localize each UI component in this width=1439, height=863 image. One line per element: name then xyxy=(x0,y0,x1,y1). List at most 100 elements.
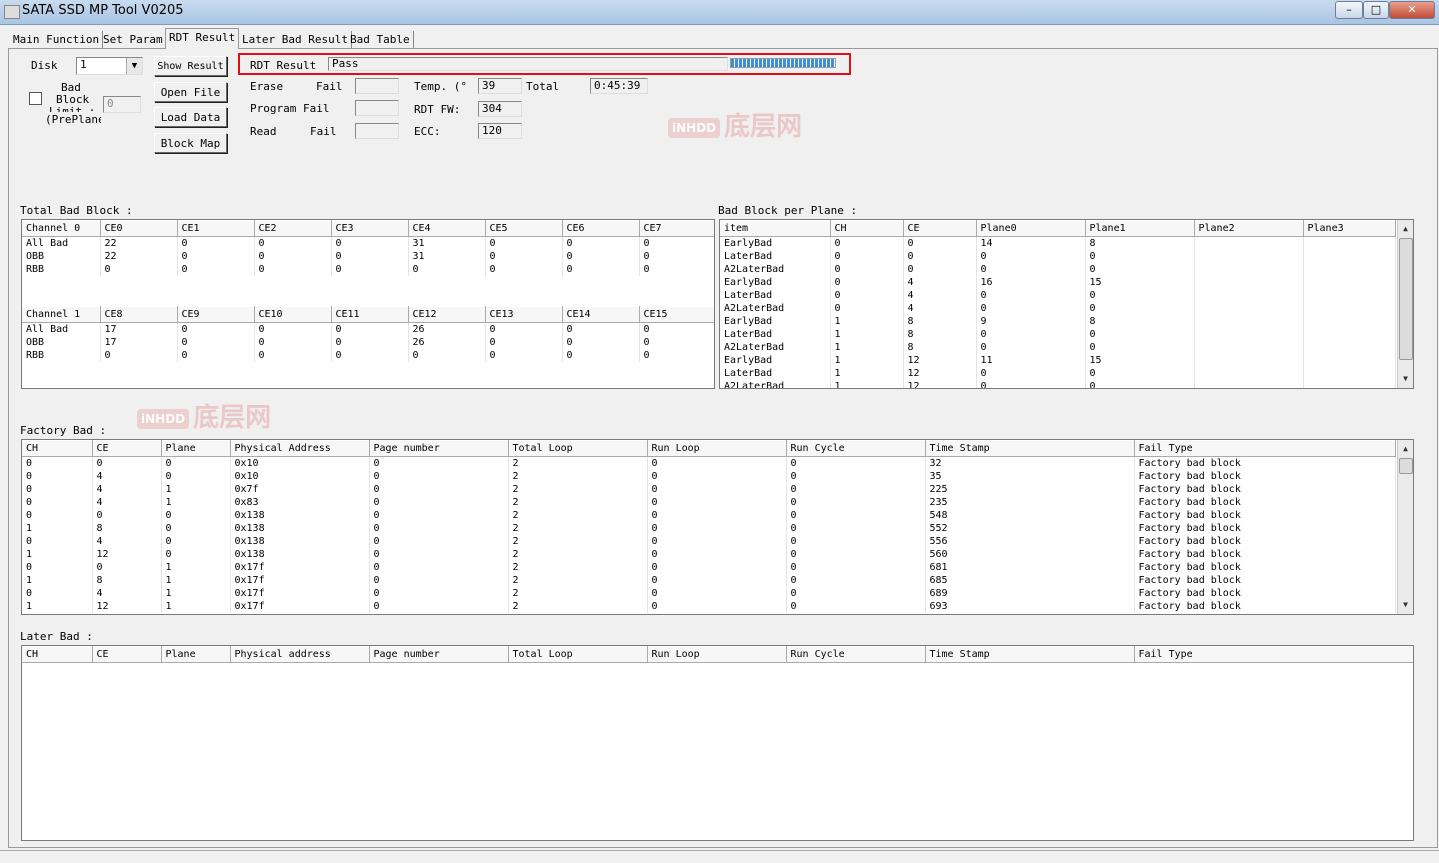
column-header[interactable]: CE15 xyxy=(639,306,714,323)
column-header[interactable]: Plane xyxy=(161,646,231,663)
column-header[interactable]: Plane2 xyxy=(1194,220,1304,237)
column-header[interactable]: CH xyxy=(22,440,93,457)
table-row[interactable]: OBB 22 0 0 0 31 0 0 0 xyxy=(22,250,714,263)
table-row[interactable]: A2LaterBad 1 8 0 0 xyxy=(720,341,1396,354)
table-row[interactable]: 0 4 1 0x17f 0 2 0 0 689 Factory bad block xyxy=(22,587,1396,600)
table-row[interactable]: 1 12 0 0x138 0 2 0 0 560 Factory bad block xyxy=(22,548,1396,561)
table-row[interactable]: LaterBad 1 8 0 0 xyxy=(720,328,1396,341)
column-header[interactable]: Total Loop xyxy=(508,440,648,457)
maximize-button[interactable]: □ xyxy=(1363,1,1389,19)
table-row[interactable]: 0 0 0 0x10 0 2 0 0 32 Factory bad block xyxy=(22,456,1396,470)
factory-bad-scrollbar[interactable]: ▲ ▼ xyxy=(1397,440,1413,614)
column-header[interactable]: Page number xyxy=(369,646,509,663)
total-bad-block-grid[interactable]: Channel 0 CE0 CE1 CE2 CE3 CE4 CE5 CE6 CE7 All Bad… xyxy=(21,219,715,389)
minimize-button[interactable]: – xyxy=(1335,1,1363,19)
block-map-button[interactable]: Block Map xyxy=(154,133,227,153)
column-header[interactable]: CH xyxy=(22,646,93,663)
column-header[interactable]: Time Stamp xyxy=(925,646,1135,663)
column-header[interactable]: CE10 xyxy=(254,306,332,323)
column-header[interactable]: CE1 xyxy=(177,220,255,237)
column-header[interactable]: Run Cycle xyxy=(786,646,926,663)
column-header[interactable]: CE4 xyxy=(408,220,486,237)
column-header[interactable]: CE7 xyxy=(639,220,714,237)
column-header[interactable]: Page number xyxy=(369,440,509,457)
column-header[interactable]: CE xyxy=(92,646,162,663)
column-header[interactable]: CE14 xyxy=(562,306,640,323)
table-row[interactable]: OBB 17 0 0 0 26 0 0 0 xyxy=(22,336,714,349)
column-header[interactable]: Run Loop xyxy=(647,646,787,663)
table-row[interactable]: 0 4 0 0x138 0 2 0 0 556 Factory bad block xyxy=(22,535,1396,548)
table-row[interactable]: 1 8 0 0x138 0 2 0 0 552 Factory bad block xyxy=(22,522,1396,535)
column-header[interactable]: CE6 xyxy=(562,220,640,237)
column-header[interactable]: CE9 xyxy=(177,306,255,323)
scroll-thumb[interactable] xyxy=(1399,458,1413,474)
table-row[interactable]: 0 4 1 0x7f 0 2 0 0 225 Factory bad block xyxy=(22,483,1396,496)
column-header[interactable]: CE5 xyxy=(485,220,563,237)
column-header[interactable]: CE13 xyxy=(485,306,563,323)
table-row[interactable]: All Bad 17 0 0 0 26 0 0 0 xyxy=(22,322,714,336)
per-plane-grid[interactable]: item CH CE Plane0 Plane1 Plane2 Plane3 EarlyBad… xyxy=(719,219,1414,389)
column-header[interactable]: CE3 xyxy=(331,220,409,237)
tab-bad-table[interactable]: Bad Table xyxy=(347,31,414,48)
table-row[interactable]: A2LaterBad 0 4 0 0 xyxy=(720,302,1396,315)
column-header[interactable]: Plane0 xyxy=(976,220,1086,237)
chevron-down-icon[interactable]: ▼ xyxy=(126,58,142,74)
table-row[interactable]: 0 4 0 0x10 0 2 0 0 35 Factory bad block xyxy=(22,470,1396,483)
scroll-thumb[interactable] xyxy=(1399,238,1413,360)
column-header[interactable]: Total Loop xyxy=(508,646,648,663)
scroll-up-icon[interactable]: ▲ xyxy=(1398,442,1413,456)
table-row[interactable]: EarlyBad 1 8 9 8 xyxy=(720,315,1396,328)
table-row[interactable]: LaterBad 0 0 0 0 xyxy=(720,250,1396,263)
open-file-button[interactable]: Open File xyxy=(154,82,227,102)
table-row[interactable]: 1 12 1 0x17f 0 2 0 0 693 Factory bad block xyxy=(22,600,1396,613)
tab-rdt-result[interactable]: RDT Result xyxy=(165,28,240,49)
column-header[interactable]: Plane xyxy=(161,440,231,457)
scroll-up-icon[interactable]: ▲ xyxy=(1398,222,1413,236)
table-row[interactable]: A2LaterBad 0 0 0 0 xyxy=(720,263,1396,276)
column-header[interactable]: Run Cycle xyxy=(786,440,926,457)
column-header[interactable]: Channel 1 xyxy=(22,306,101,323)
table-row[interactable]: 1 8 1 0x17f 0 2 0 0 685 Factory bad block xyxy=(22,574,1396,587)
table-row[interactable]: EarlyBad 1 12 11 15 xyxy=(720,354,1396,367)
column-header[interactable]: Time Stamp xyxy=(925,440,1135,457)
factory-bad-grid[interactable]: CH CE Plane Physical Address Page number Tota… xyxy=(21,439,1414,615)
table-row[interactable]: LaterBad 0 4 0 0 xyxy=(720,289,1396,302)
column-header[interactable]: CE12 xyxy=(408,306,486,323)
column-header[interactable]: CE11 xyxy=(331,306,409,323)
bad-block-limit-checkbox[interactable] xyxy=(29,92,42,105)
table-row[interactable]: 0 0 1 0x17f 0 2 0 0 681 Factory bad block xyxy=(22,561,1396,574)
column-header[interactable]: Fail Type xyxy=(1134,646,1413,663)
column-header[interactable]: CE8 xyxy=(100,306,178,323)
column-header[interactable]: CE0 xyxy=(100,220,178,237)
column-header[interactable]: Channel 0 xyxy=(22,220,101,237)
later-bad-grid[interactable]: CH CE Plane Physical address Page number Tota… xyxy=(21,645,1414,841)
table-row[interactable]: LaterBad 1 12 0 0 xyxy=(720,367,1396,380)
table-row[interactable]: EarlyBad 0 4 16 15 xyxy=(720,276,1396,289)
column-header[interactable]: Run Loop xyxy=(647,440,787,457)
tab-later-bad-result[interactable]: Later Bad Result xyxy=(239,31,352,48)
table-row[interactable]: RBB 0 0 0 0 0 0 0 0 xyxy=(22,349,714,362)
column-header[interactable]: CH xyxy=(830,220,904,237)
table-row[interactable]: RBB 0 0 0 0 0 0 0 0 xyxy=(22,263,714,276)
table-row[interactable]: 0 0 0 0x138 0 2 0 0 548 Factory bad block xyxy=(22,509,1396,522)
tab-main-function[interactable]: Main Function xyxy=(10,31,104,48)
scroll-down-icon[interactable]: ▼ xyxy=(1398,372,1413,386)
show-result-button[interactable]: Show Result xyxy=(154,56,227,76)
column-header[interactable]: Fail Type xyxy=(1134,440,1396,457)
load-data-button[interactable]: Load Data xyxy=(154,107,227,127)
column-header[interactable]: CE xyxy=(903,220,977,237)
table-row[interactable]: All Bad 22 0 0 0 31 0 0 0 xyxy=(22,236,714,250)
table-row[interactable]: 0 4 1 0x83 0 2 0 0 235 Factory bad block xyxy=(22,496,1396,509)
table-row[interactable]: EarlyBad 0 0 14 8 xyxy=(720,236,1396,250)
disk-select[interactable]: 1 ▼ xyxy=(76,57,143,75)
column-header[interactable]: item xyxy=(720,220,831,237)
column-header[interactable]: Plane3 xyxy=(1303,220,1396,237)
close-button[interactable]: ✕ xyxy=(1389,1,1435,19)
column-header[interactable]: Physical Address xyxy=(230,440,370,457)
column-header[interactable]: Physical address xyxy=(230,646,370,663)
bad-block-limit-input[interactable]: 0 xyxy=(103,96,141,113)
per-plane-scrollbar[interactable]: ▲ ▼ xyxy=(1397,220,1413,388)
column-header[interactable]: CE xyxy=(92,440,162,457)
column-header[interactable]: Plane1 xyxy=(1085,220,1195,237)
table-row[interactable]: A2LaterBad 1 12 0 0 xyxy=(720,380,1396,388)
